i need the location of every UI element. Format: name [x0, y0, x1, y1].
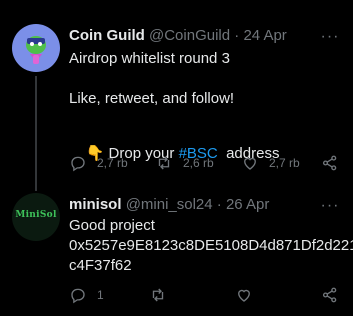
coinguild-logo-icon: [26, 36, 46, 64]
minisol-avatar-text: MiniSol: [15, 210, 57, 220]
reply-icon: [71, 288, 85, 304]
like-button[interactable]: [235, 284, 263, 306]
tweet-text-line2: 0x5257e9E8123c8DE5108D4d871Df2d221: [69, 237, 353, 254]
display-name[interactable]: Coin Guild: [69, 27, 145, 44]
tweet-text-line3: c4F37f62: [69, 257, 132, 274]
share-icon: [322, 155, 337, 171]
retweet-button[interactable]: 2,6 rb: [155, 152, 214, 174]
reply-button[interactable]: 2,7 rb: [69, 152, 128, 174]
avatar-coinguild[interactable]: [12, 24, 60, 72]
share-button[interactable]: [321, 152, 349, 174]
reply-button[interactable]: 1: [69, 284, 104, 306]
tweet-text-line1: Airdrop whitelist round 3: [69, 50, 230, 67]
retweet-icon: [152, 288, 164, 302]
avatar-minisol[interactable]: MiniSol: [12, 193, 60, 241]
tweet-text-line2: Like, retweet, and follow!: [69, 90, 235, 107]
like-icon: [238, 289, 250, 302]
retweet-icon: [158, 156, 170, 170]
display-name[interactable]: minisol: [69, 196, 122, 213]
timestamp[interactable]: 26 Apr: [226, 196, 269, 213]
like-count: 2,7 rb: [269, 156, 300, 170]
share-icon: [322, 287, 337, 303]
retweet-button[interactable]: [149, 284, 177, 306]
tweet-coinguild[interactable]: Coin Guild @CoinGuild · 24 Apr ··· Airdr…: [0, 0, 353, 191]
like-icon: [244, 157, 256, 170]
timestamp[interactable]: 24 Apr: [243, 27, 286, 44]
more-icon[interactable]: ···: [319, 198, 341, 219]
tweet-minisol[interactable]: MiniSol minisol @mini_sol24 · 26 Apr ···…: [0, 185, 353, 316]
separator: ·: [234, 27, 240, 44]
reply-icon: [71, 156, 85, 172]
handle[interactable]: @mini_sol24: [126, 196, 213, 213]
thread-connector: [35, 76, 37, 191]
tweet-header: Coin Guild @CoinGuild · 24 Apr: [69, 26, 329, 46]
tweet-header: minisol @mini_sol24 · 26 Apr: [69, 195, 329, 215]
reply-count: 2,7 rb: [97, 156, 128, 170]
like-button[interactable]: 2,7 rb: [241, 152, 300, 174]
reply-count: 1: [97, 288, 104, 302]
tweet-actions: 2,7 rb 2,6 rb 2,7 rb: [69, 152, 341, 174]
share-button[interactable]: [321, 284, 349, 306]
retweet-count: 2,6 rb: [183, 156, 214, 170]
tweet-actions: 1: [69, 284, 341, 306]
handle[interactable]: @CoinGuild: [149, 27, 230, 44]
tweet-text-line1: Good project: [69, 217, 155, 234]
separator: ·: [216, 196, 222, 213]
more-icon[interactable]: ···: [319, 29, 341, 50]
